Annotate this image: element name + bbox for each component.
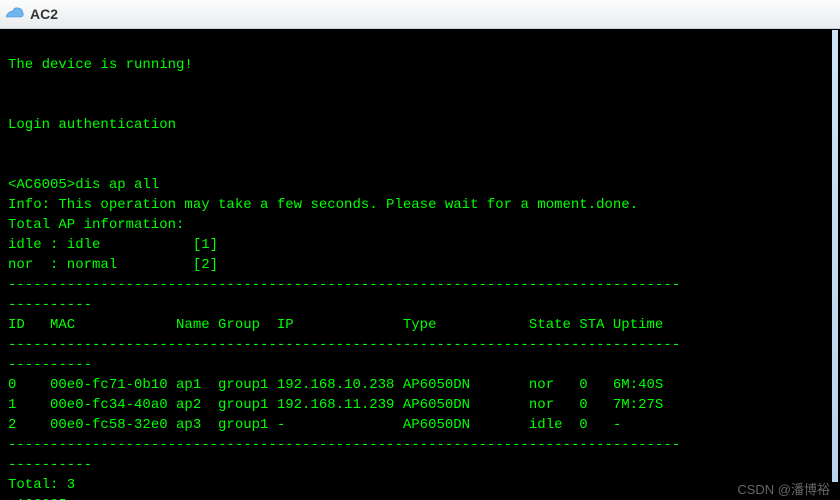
app-icon bbox=[6, 7, 24, 21]
divider: ----------------------------------------… bbox=[8, 337, 680, 353]
table-row: 2 00e0-fc58-32e0 ap3 group1 - AP6050DN i… bbox=[8, 417, 621, 433]
terminal-output[interactable]: The device is running! Login authenticat… bbox=[0, 29, 840, 500]
divider: ---------- bbox=[8, 357, 92, 373]
titlebar[interactable]: AC2 bbox=[0, 0, 840, 29]
total-line: Total: 3 bbox=[8, 477, 75, 493]
scrollbar-track[interactable] bbox=[832, 30, 838, 482]
prompt-command: <AC6005>dis ap all bbox=[8, 177, 159, 193]
divider: ----------------------------------------… bbox=[8, 277, 680, 293]
table-row: 1 00e0-fc34-40a0 ap2 group1 192.168.11.2… bbox=[8, 397, 663, 413]
table-row: 0 00e0-fc71-0b10 ap1 group1 192.168.10.2… bbox=[8, 377, 663, 393]
terminal-window: AC2 The device is running! Login authent… bbox=[0, 0, 840, 500]
table-header: ID MAC Name Group IP Type State STA Upti… bbox=[8, 317, 663, 333]
info-line: Info: This operation may take a few seco… bbox=[8, 197, 638, 213]
divider: ---------- bbox=[8, 297, 92, 313]
login-auth-line: Login authentication bbox=[8, 117, 176, 133]
divider: ----------------------------------------… bbox=[8, 437, 680, 453]
watermark: CSDN @潘博裕 bbox=[737, 479, 830, 498]
legend-idle: idle : idle [1] bbox=[8, 237, 218, 253]
status-line: The device is running! bbox=[8, 57, 193, 73]
window-title: AC2 bbox=[30, 6, 58, 22]
total-ap-info: Total AP information: bbox=[8, 217, 184, 233]
legend-nor: nor : normal [2] bbox=[8, 257, 218, 273]
divider: ---------- bbox=[8, 457, 92, 473]
